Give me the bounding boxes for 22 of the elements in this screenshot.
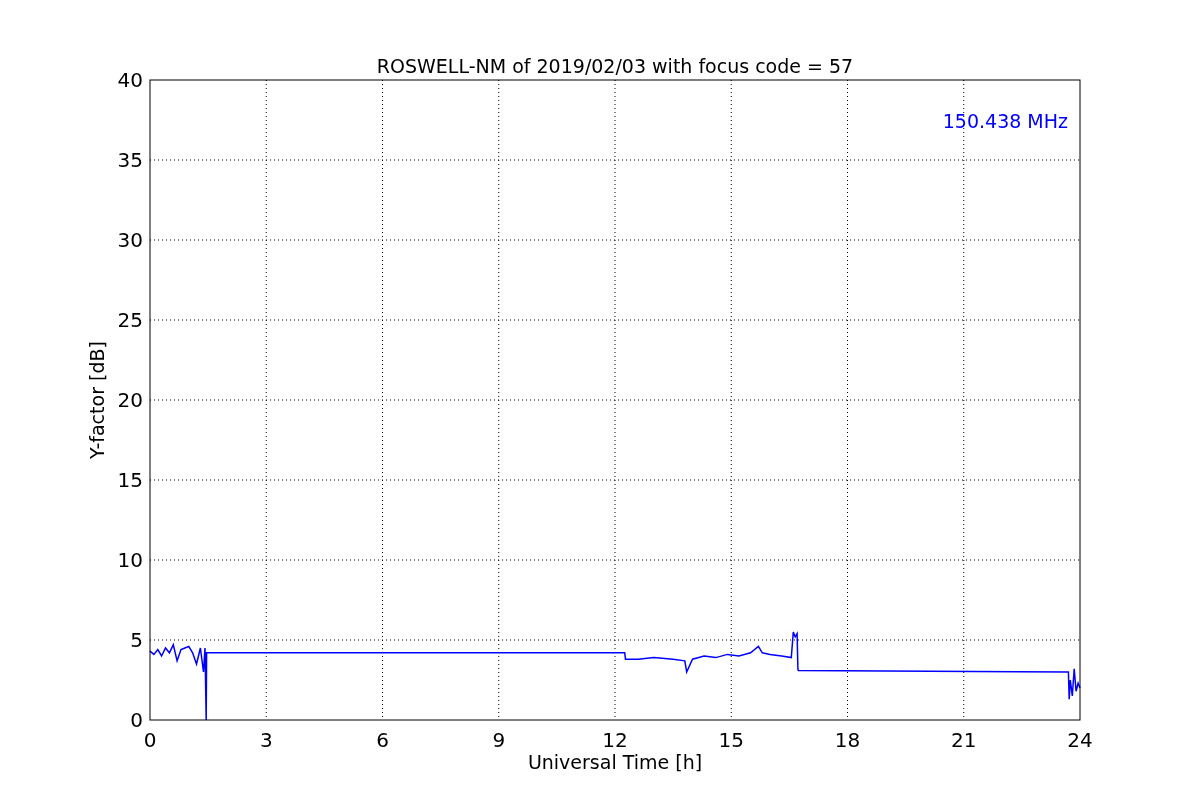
x-axis-label: Universal Time [h] — [527, 751, 703, 773]
x-tick-label: 18 — [834, 728, 861, 752]
y-tick-label: 15 — [117, 468, 143, 492]
x-tick-label: 15 — [718, 728, 744, 752]
y-axis-label: Y-factor [dB] — [86, 341, 108, 459]
y-tick-label: 0 — [130, 708, 143, 732]
x-tick-label: 21 — [951, 728, 977, 752]
y-tick-label: 40 — [117, 68, 143, 92]
y-tick-label: 5 — [130, 628, 143, 652]
x-tick-label: 24 — [1067, 728, 1093, 752]
y-tick-label: 20 — [117, 388, 143, 412]
legend-label: 150.438 MHz — [942, 110, 1068, 132]
x-tick-label: 6 — [376, 728, 389, 752]
x-tick-label: 0 — [143, 728, 157, 752]
x-tick-label: 12 — [602, 728, 628, 752]
x-tick-label: 3 — [259, 728, 273, 752]
y-tick-label: 25 — [117, 308, 143, 332]
y-tick-label: 10 — [117, 548, 143, 572]
x-tick-label: 9 — [492, 728, 506, 752]
y-tick-label: 35 — [117, 148, 143, 172]
y-tick-label: 30 — [117, 228, 143, 252]
chart-title: ROSWELL-NM of 2019/02/03 with focus code = 57 — [376, 55, 854, 77]
